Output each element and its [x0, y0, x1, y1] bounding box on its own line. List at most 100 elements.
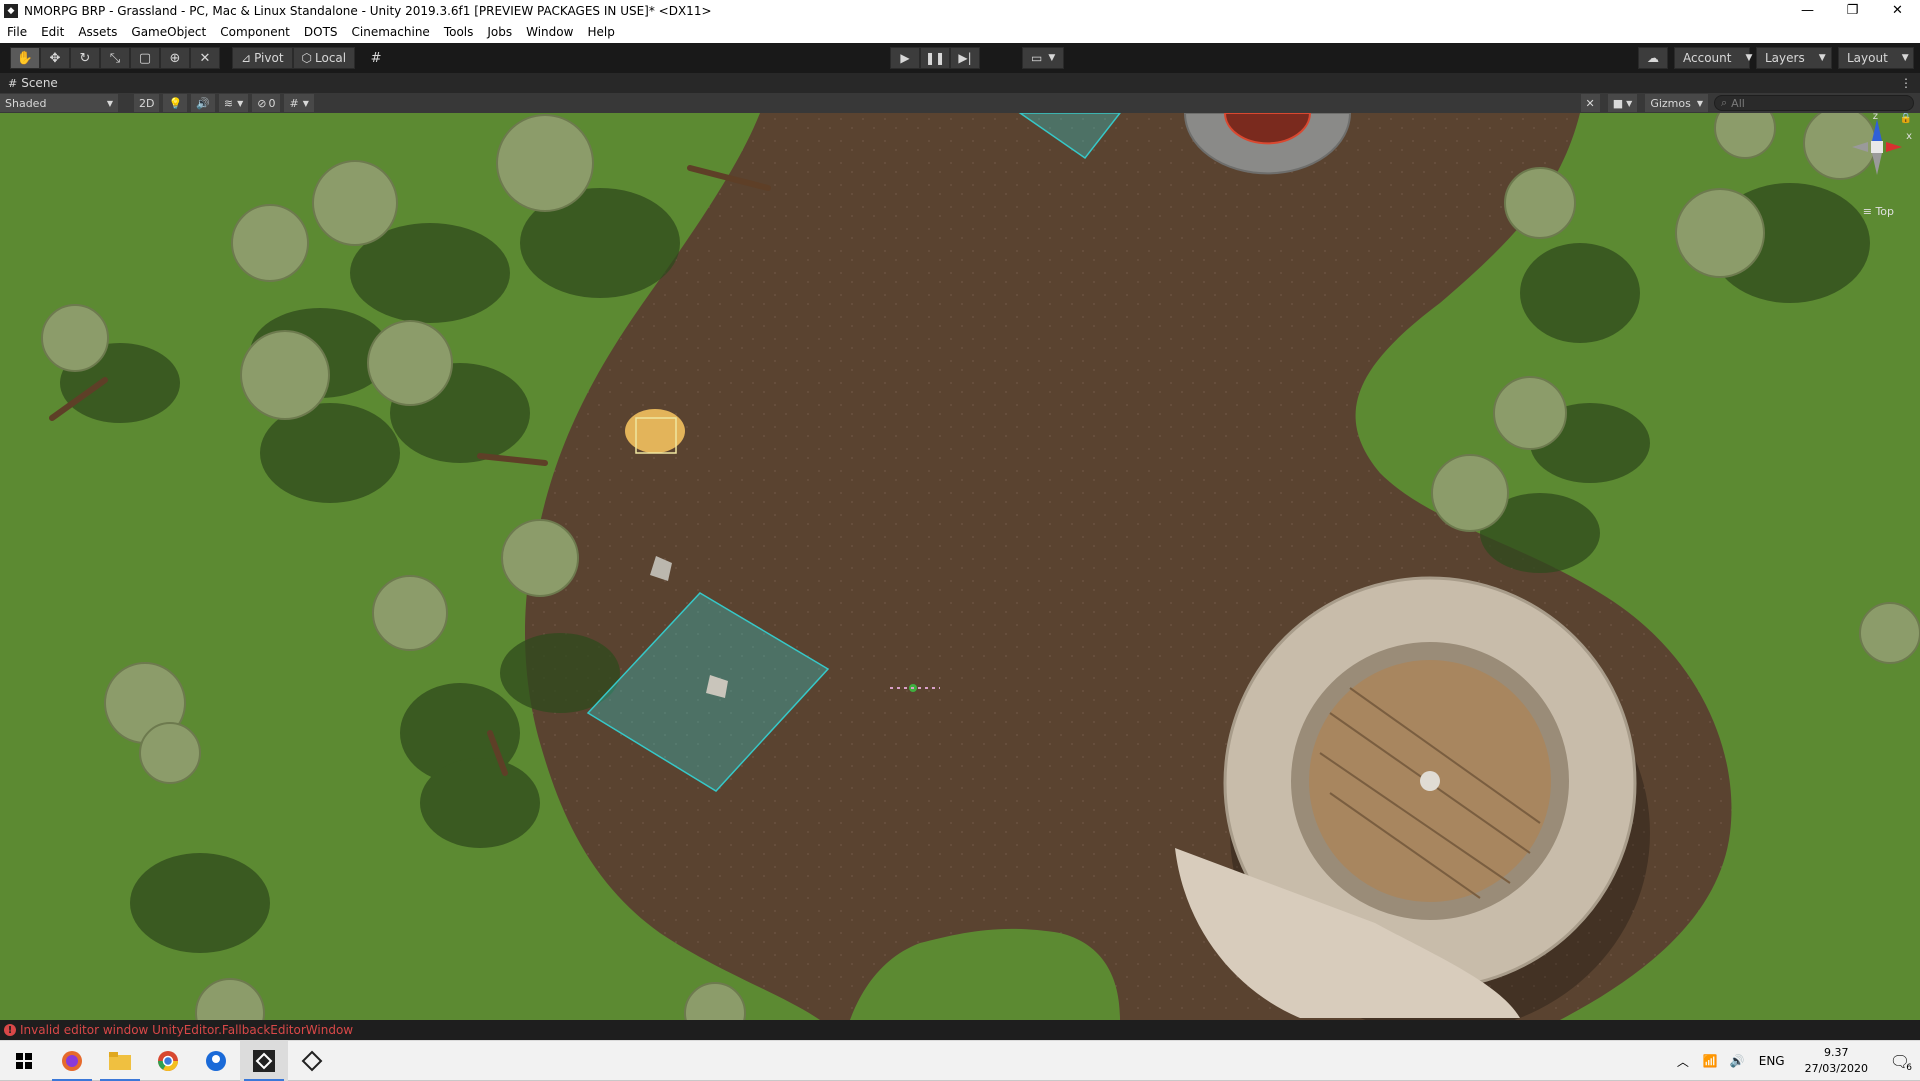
menu-gameobject[interactable]: GameObject [124, 25, 213, 39]
view-label[interactable]: ≡ Top [1863, 205, 1894, 218]
start-button[interactable] [0, 1041, 48, 1081]
local-label: Local [315, 51, 347, 65]
lighting-toggle[interactable]: 💡 [163, 94, 188, 112]
unity-hub-icon [301, 1050, 323, 1071]
chevron-up-icon[interactable]: ︿ [1677, 1053, 1689, 1070]
menu-file[interactable]: File [0, 25, 34, 39]
camera-icon: ■ [1612, 96, 1624, 110]
rect-icon: ▢ [138, 50, 152, 66]
grid-snap-button[interactable]: # [361, 47, 391, 69]
speaker-icon: 🔊 [196, 96, 210, 110]
pivot-toggle[interactable]: ⊿ Pivot [232, 47, 293, 69]
scene-viewport[interactable]: z x 🔒 ≡ Top [0, 113, 1920, 1020]
layers-dropdown[interactable]: Layers ▼ [1756, 47, 1832, 69]
hand-icon: ✋ [16, 50, 34, 66]
menu-dots[interactable]: DOTS [297, 25, 345, 39]
shading-mode-label: Shaded [5, 96, 47, 110]
menu-edit[interactable]: Edit [34, 25, 71, 39]
taskbar-unity-hub[interactable] [288, 1041, 336, 1081]
collab-cloud-button[interactable]: ☁ [1638, 47, 1668, 69]
menu-jobs[interactable]: Jobs [480, 25, 519, 39]
scale-tool-button[interactable]: ⤡ [100, 47, 130, 69]
chevron-down-icon: ▼ [1696, 98, 1703, 108]
tools-icon: ✕ [1585, 96, 1595, 110]
language-indicator[interactable]: ENG [1759, 1054, 1785, 1068]
scene-search-input[interactable]: ⌕ All [1714, 95, 1914, 111]
taskbar-unity[interactable] [240, 1040, 288, 1081]
taskbar-firefox[interactable] [48, 1041, 96, 1081]
menu-tools[interactable]: Tools [437, 25, 481, 39]
rotate-tool-button[interactable]: ↻ [70, 47, 100, 69]
rect-tool-button[interactable]: ▢ [130, 47, 160, 69]
scale-icon: ⤡ [109, 50, 121, 66]
tab-scene[interactable]: Scene [21, 76, 58, 90]
lock-icon[interactable]: 🔒 [1900, 113, 1912, 124]
device-icon: ▭ [1031, 51, 1043, 65]
build-target-dropdown[interactable]: ▭ ▼ [1022, 47, 1065, 69]
pivot-icon: ⊿ [241, 51, 252, 65]
error-message: Invalid editor window UnityEditor.Fallba… [20, 1023, 354, 1037]
wifi-icon[interactable]: 📶 [1703, 1054, 1718, 1068]
main-toolbar: ✋ ✥ ↻ ⤡ ▢ ⊕ ✕ ⊿ Pivot ⬡ Local # ▶ ❚❚ ▶| ▭ ▼… [0, 43, 1920, 73]
hidden-objects-toggle[interactable]: ⊘ 0 [252, 94, 281, 112]
axis-z-label: z [1872, 113, 1878, 122]
taskbar-explorer[interactable] [96, 1041, 144, 1081]
clock-date: 27/03/2020 [1804, 1062, 1868, 1075]
account-dropdown[interactable]: Account ▼ [1674, 47, 1752, 69]
right-toolbar: ☁ Account ▼ Layers ▼ Layout ▼ [1638, 47, 1914, 69]
menu-assets[interactable]: Assets [71, 25, 124, 39]
transform-tool-button[interactable]: ⊕ [160, 47, 190, 69]
menu-cinemachine[interactable]: Cinemachine [345, 25, 437, 39]
move-tool-button[interactable]: ✥ [40, 47, 70, 69]
taskbar-maps[interactable] [192, 1041, 240, 1081]
unity-icon [253, 1049, 275, 1072]
minimize-button[interactable]: — [1785, 0, 1830, 21]
snap-group: # [361, 47, 391, 69]
scene-toolbar: Shaded ▼ 2D 💡 🔊 ≋ ▼ ⊘ 0 # ▼ ✕ ■ ▼ Gizmos ▼ ⌕ … [0, 93, 1920, 113]
pause-button[interactable]: ❚❚ [920, 47, 950, 69]
grid-icon: # [289, 96, 299, 110]
step-icon: ▶| [958, 51, 972, 65]
gizmos-dropdown[interactable]: Gizmos ▼ [1645, 94, 1708, 112]
tools-button[interactable]: ✕ [1580, 94, 1600, 112]
clock-time: 9.37 [1824, 1046, 1849, 1059]
clock[interactable]: 9.37 27/03/2020 [1805, 1045, 1868, 1077]
shading-mode-dropdown[interactable]: Shaded ▼ [0, 94, 118, 112]
notification-button[interactable]: 🗨 6 [1880, 1041, 1920, 1081]
audio-toggle[interactable]: 🔊 [191, 94, 215, 112]
unity-icon: ◆ [4, 3, 18, 18]
mode-2d-toggle[interactable]: 2D [134, 94, 160, 112]
scene-render [0, 113, 1920, 1020]
window-controls: — ❐ ✕ [1785, 0, 1920, 21]
taskbar-chrome[interactable] [144, 1041, 192, 1081]
transform-tools: ✋ ✥ ↻ ⤡ ▢ ⊕ ✕ [10, 47, 220, 69]
restore-button[interactable]: ❐ [1830, 0, 1875, 21]
effects-dropdown[interactable]: ≋ ▼ [218, 94, 249, 112]
minimize-icon: — [1801, 3, 1814, 18]
menu-window[interactable]: Window [519, 25, 580, 39]
custom-tool-button[interactable]: ✕ [190, 47, 220, 69]
local-toggle[interactable]: ⬡ Local [292, 47, 356, 69]
console-status-bar[interactable]: ! Invalid editor window UnityEditor.Fall… [0, 1020, 1920, 1040]
menu-help[interactable]: Help [580, 25, 621, 39]
kebab-menu-icon[interactable]: ⋮ [1900, 76, 1912, 90]
step-button[interactable]: ▶| [950, 47, 980, 69]
grid-icon: # [8, 76, 18, 90]
eye-slash-icon: ⊘ [257, 96, 267, 110]
effects-icon: ≋ [223, 96, 234, 110]
hand-tool-button[interactable]: ✋ [10, 47, 40, 69]
mode-2d-label: 2D [139, 96, 155, 110]
orientation-gizmo[interactable] [1840, 119, 1910, 219]
layout-dropdown[interactable]: Layout ▼ [1838, 47, 1914, 69]
volume-icon[interactable]: 🔊 [1730, 1054, 1745, 1068]
chevron-down-icon: ▼ [237, 98, 244, 108]
chevron-down-icon: ▼ [1818, 53, 1826, 63]
close-button[interactable]: ✕ [1875, 0, 1920, 21]
search-placeholder: All [1731, 96, 1745, 110]
camera-dropdown[interactable]: ■ ▼ [1607, 94, 1638, 112]
windows-icon [16, 1052, 32, 1069]
grid-dropdown[interactable]: # ▼ [284, 94, 314, 112]
play-button[interactable]: ▶ [890, 47, 920, 69]
menu-component[interactable]: Component [213, 25, 297, 39]
system-tray: ︿ 📶 🔊 ENG 9.37 27/03/2020 🗨 6 [1669, 1041, 1920, 1081]
